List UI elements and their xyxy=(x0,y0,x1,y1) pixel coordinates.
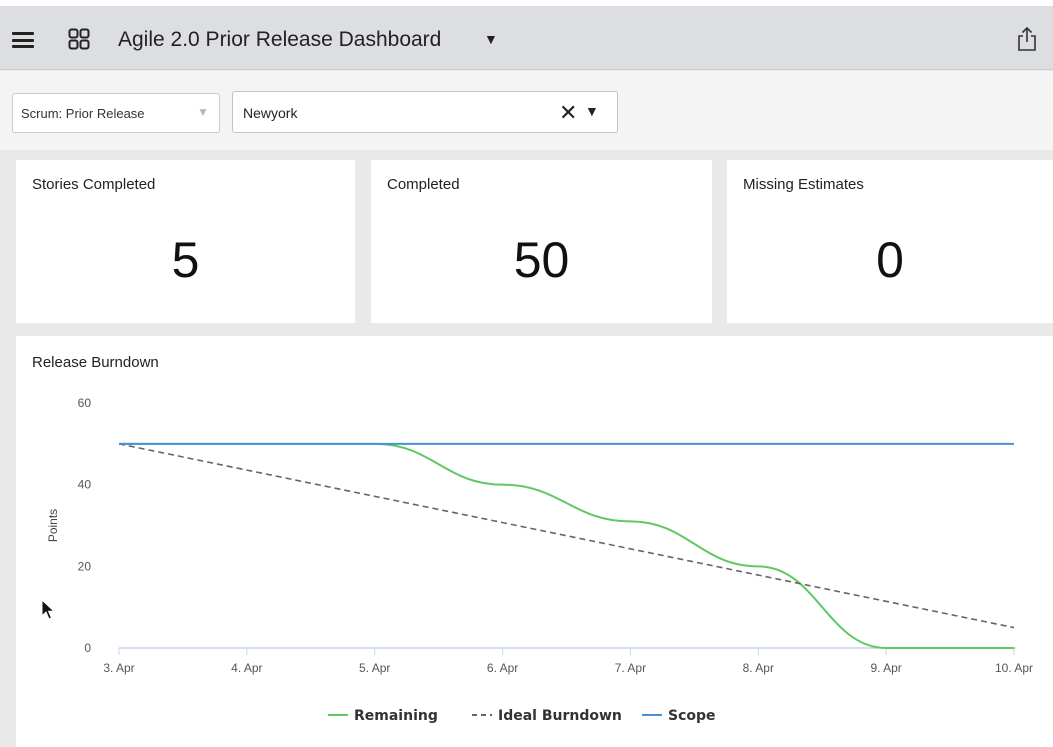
chevron-down-icon[interactable]: ▼ xyxy=(585,103,599,119)
x-tick-label: 6. Apr xyxy=(487,661,518,675)
card-label: Missing Estimates xyxy=(743,176,864,193)
location-filter-value: Newyork xyxy=(243,105,298,121)
title-dropdown-caret[interactable]: ▼ xyxy=(484,31,498,47)
chevron-down-icon[interactable]: ▼ xyxy=(197,105,209,119)
y-axis-label: Points xyxy=(46,509,60,542)
y-tick-label: 60 xyxy=(78,396,92,410)
burndown-chart: 0 20 40 60 3. Apr 4. Apr 5. Apr 6. Apr 7. Apr 8. … xyxy=(46,396,1033,724)
x-tick-label: 8. Apr xyxy=(743,661,774,675)
legend-item: Ideal Burndown xyxy=(498,708,622,724)
stories-completed-card: Stories Completed 5 xyxy=(16,160,355,323)
x-tick-label: 3. Apr xyxy=(103,661,134,675)
release-burndown-panel: Release Burndown 0 20 40 60 3. Apr 4. Apr 5. A… xyxy=(16,336,1053,747)
location-filter-input[interactable]: Newyork ✕ ▼ xyxy=(232,91,618,133)
team-filter-select[interactable]: Scrum: Prior Release ▼ xyxy=(12,93,220,133)
team-filter-value: Scrum: Prior Release xyxy=(21,106,145,121)
page-title: Agile 2.0 Prior Release Dashboard xyxy=(118,28,442,51)
completed-card: Completed 50 xyxy=(371,160,712,323)
card-label: Stories Completed xyxy=(32,176,156,193)
filter-bar: Scrum: Prior Release ▼ Newyork ✕ ▼ xyxy=(0,71,1053,150)
x-tick-label: 7. Apr xyxy=(615,661,646,675)
share-icon[interactable] xyxy=(1016,26,1038,52)
x-tick-label: 9. Apr xyxy=(870,661,901,675)
grid-icon[interactable] xyxy=(68,28,90,50)
x-tick-label: 4. Apr xyxy=(231,661,262,675)
clear-icon[interactable]: ✕ xyxy=(559,100,577,126)
y-tick-label: 20 xyxy=(78,559,92,573)
x-tick-label: 10. Apr xyxy=(995,661,1033,675)
missing-estimates-card: Missing Estimates 0 xyxy=(727,160,1053,323)
card-value: 5 xyxy=(171,232,200,288)
card-value: 50 xyxy=(513,232,570,288)
title-bar: Agile 2.0 Prior Release Dashboard ▼ xyxy=(0,6,1053,70)
y-tick-label: 40 xyxy=(78,478,92,492)
legend-item: Remaining xyxy=(354,708,438,724)
legend-item: Scope xyxy=(668,708,716,724)
series-line-remaining xyxy=(119,442,1014,649)
mouse-cursor-icon xyxy=(41,598,56,620)
hamburger-menu-icon[interactable] xyxy=(12,32,34,48)
card-label: Completed xyxy=(387,176,460,193)
x-tick-label: 5. Apr xyxy=(359,661,390,675)
card-value: 0 xyxy=(876,232,904,288)
y-tick-label: 0 xyxy=(84,641,91,655)
series-line-ideal-burndown xyxy=(118,443,1015,629)
